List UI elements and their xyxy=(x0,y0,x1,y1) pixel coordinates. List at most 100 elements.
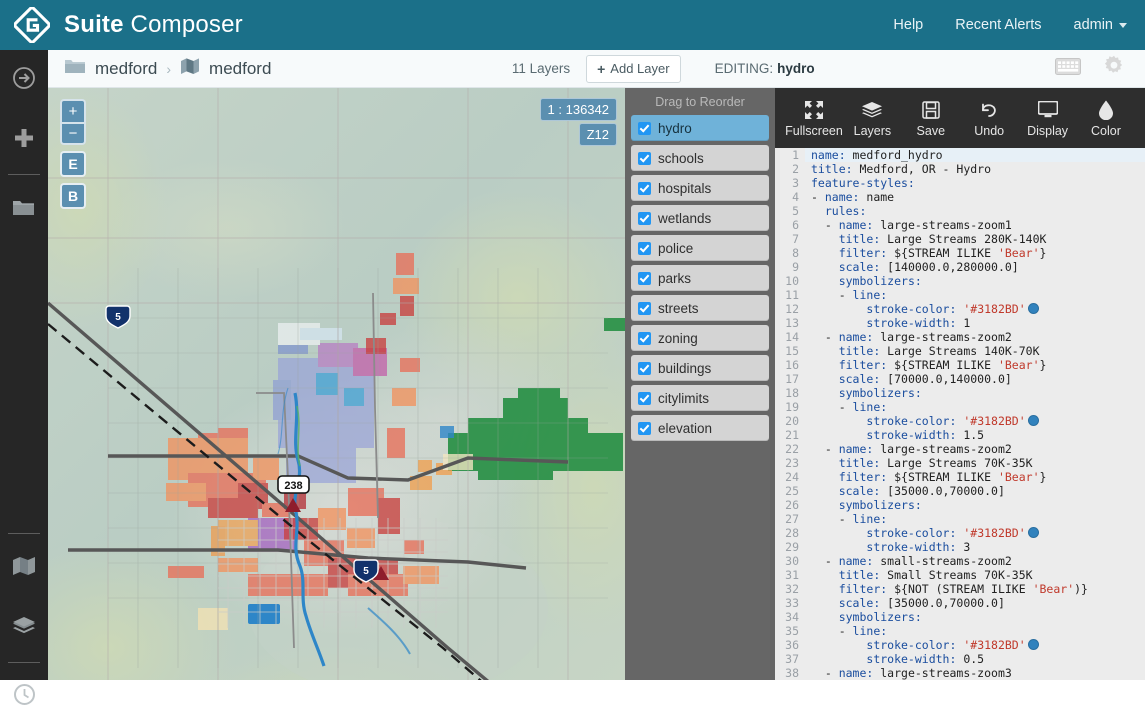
zoom-in-button[interactable]: + xyxy=(60,99,86,122)
layer-item-schools[interactable]: schools xyxy=(631,145,769,171)
code-line[interactable]: 25 scale: [35000.0,70000.0] xyxy=(775,484,1145,498)
line-number: 27 xyxy=(775,512,805,526)
code-line[interactable]: 5 rules: xyxy=(775,204,1145,218)
code-line[interactable]: 33 scale: [35000.0,70000.0] xyxy=(775,596,1145,610)
code-line[interactable]: 12 stroke-color: '#3182BD' xyxy=(775,302,1145,316)
layer-checkbox-parks[interactable] xyxy=(638,272,651,285)
rail-item-workspaces[interactable] xyxy=(0,179,48,239)
code-line-text: scale: [35000.0,70000.0] xyxy=(805,596,1005,610)
code-line[interactable]: 35 - line: xyxy=(775,624,1145,638)
code-line[interactable]: 4- name: name xyxy=(775,190,1145,204)
display-button[interactable]: Display xyxy=(1019,99,1077,138)
code-line[interactable]: 14 - name: large-streams-zoom2 xyxy=(775,330,1145,344)
layer-checkbox-hydro[interactable] xyxy=(638,122,651,135)
code-line[interactable]: 38 - name: large-streams-zoom3 xyxy=(775,666,1145,680)
code-line[interactable]: 23 title: Large Streams 70K-35K xyxy=(775,456,1145,470)
bbox-button[interactable]: B xyxy=(60,183,86,209)
layer-checkbox-elevation[interactable] xyxy=(638,422,651,435)
save-button[interactable]: Save xyxy=(902,99,960,138)
brand[interactable]: Suite Composer xyxy=(14,7,243,43)
layer-item-wetlands[interactable]: wetlands xyxy=(631,205,769,231)
code-line[interactable]: 24 filter: ${STREAM ILIKE 'Bear'} xyxy=(775,470,1145,484)
rail-item-layers[interactable] xyxy=(0,598,48,658)
code-line[interactable]: 26 symbolizers: xyxy=(775,498,1145,512)
code-line[interactable]: 18 symbolizers: xyxy=(775,386,1145,400)
add-layer-button[interactable]: + Add Layer xyxy=(586,55,680,83)
arrow-right-circle-icon xyxy=(12,66,36,95)
code-line[interactable]: 28 stroke-color: '#3182BD' xyxy=(775,526,1145,540)
code-line[interactable]: 3feature-styles: xyxy=(775,176,1145,190)
rail-item-history[interactable] xyxy=(0,667,48,727)
layer-item-police[interactable]: police xyxy=(631,235,769,261)
code-line[interactable]: 21 stroke-width: 1.5 xyxy=(775,428,1145,442)
code-line[interactable]: 16 filter: ${STREAM ILIKE 'Bear'} xyxy=(775,358,1145,372)
layer-checkbox-buildings[interactable] xyxy=(638,362,651,375)
code-line[interactable]: 13 stroke-width: 1 xyxy=(775,316,1145,330)
code-line[interactable]: 17 scale: [70000.0,140000.0] xyxy=(775,372,1145,386)
gear-icon[interactable] xyxy=(1103,55,1125,82)
code-line[interactable]: 10 symbolizers: xyxy=(775,274,1145,288)
layer-item-hospitals[interactable]: hospitals xyxy=(631,175,769,201)
code-line[interactable]: 20 stroke-color: '#3182BD' xyxy=(775,414,1145,428)
code-line-text: filter: ${NOT (STREAM ILIKE 'Bear')} xyxy=(805,582,1088,596)
code-line[interactable]: 36 stroke-color: '#3182BD' xyxy=(775,638,1145,652)
keyboard-icon[interactable] xyxy=(1055,58,1081,80)
layer-item-buildings[interactable]: buildings xyxy=(631,355,769,381)
code-line[interactable]: 9 scale: [140000.0,280000.0] xyxy=(775,260,1145,274)
breadcrumb-map[interactable]: medford xyxy=(209,59,271,79)
color-button[interactable]: Color xyxy=(1077,99,1135,138)
code-line[interactable]: 6 - name: large-streams-zoom1 xyxy=(775,218,1145,232)
rail-item-add[interactable] xyxy=(0,110,48,170)
rail-item-maps[interactable] xyxy=(0,538,48,598)
help-link[interactable]: Help xyxy=(893,17,923,33)
layer-item-hydro[interactable]: hydro xyxy=(631,115,769,141)
layer-checkbox-streets[interactable] xyxy=(638,302,651,315)
layer-checkbox-citylimits[interactable] xyxy=(638,392,651,405)
breadcrumb-workspace[interactable]: medford xyxy=(95,59,157,79)
code-line[interactable]: 34 symbolizers: xyxy=(775,610,1145,624)
user-menu[interactable]: admin xyxy=(1074,17,1128,33)
code-line[interactable]: 27 - line: xyxy=(775,512,1145,526)
water-polygon xyxy=(248,604,280,624)
code-line[interactable]: 32 filter: ${NOT (STREAM ILIKE 'Bear')} xyxy=(775,582,1145,596)
code-line[interactable]: 30 - name: small-streams-zoom2 xyxy=(775,554,1145,568)
layer-item-elevation[interactable]: elevation xyxy=(631,415,769,441)
layer-label: streets xyxy=(658,301,699,316)
editing-status: EDITING:hydro xyxy=(715,61,815,76)
code-line[interactable]: 7 title: Large Streams 280K-140K xyxy=(775,232,1145,246)
code-line-text: filter: ${STREAM ILIKE 'Bear'} xyxy=(805,358,1046,372)
code-line[interactable]: 37 stroke-width: 0.5 xyxy=(775,652,1145,666)
zoom-out-button[interactable]: − xyxy=(60,122,86,145)
fullscreen-button[interactable]: Fullscreen xyxy=(785,99,843,138)
layer-checkbox-zoning[interactable] xyxy=(638,332,651,345)
code-line[interactable]: 31 title: Small Streams 70K-35K xyxy=(775,568,1145,582)
layer-item-zoning[interactable]: zoning xyxy=(631,325,769,351)
layer-item-citylimits[interactable]: citylimits xyxy=(631,385,769,411)
code-line[interactable]: 29 stroke-width: 3 xyxy=(775,540,1145,554)
rail-item-publish[interactable] xyxy=(0,50,48,110)
code-area[interactable]: 1name: medford_hydro2title: Medford, OR … xyxy=(775,148,1145,680)
code-line-text: - name: large-streams-zoom1 xyxy=(805,218,1012,232)
editing-label: EDITING: xyxy=(715,61,774,76)
code-line[interactable]: 11 - line: xyxy=(775,288,1145,302)
code-line-text: title: Large Streams 70K-35K xyxy=(805,456,1033,470)
undo-button[interactable]: Undo xyxy=(960,99,1018,138)
code-line[interactable]: 2title: Medford, OR - Hydro xyxy=(775,162,1145,176)
layer-checkbox-wetlands[interactable] xyxy=(638,212,651,225)
code-line[interactable]: 1name: medford_hydro xyxy=(775,148,1145,162)
layer-checkbox-police[interactable] xyxy=(638,242,651,255)
code-line-text: - name: name xyxy=(805,190,894,204)
layers-button[interactable]: Layers xyxy=(843,99,901,138)
code-line[interactable]: 19 - line: xyxy=(775,400,1145,414)
code-line[interactable]: 15 title: Large Streams 140K-70K xyxy=(775,344,1145,358)
layer-checkbox-schools[interactable] xyxy=(638,152,651,165)
recent-alerts-link[interactable]: Recent Alerts xyxy=(955,17,1041,33)
line-number: 23 xyxy=(775,456,805,470)
code-line[interactable]: 8 filter: ${STREAM ILIKE 'Bear'} xyxy=(775,246,1145,260)
layer-item-parks[interactable]: parks xyxy=(631,265,769,291)
extent-button[interactable]: E xyxy=(60,151,86,177)
code-line[interactable]: 22 - name: large-streams-zoom2 xyxy=(775,442,1145,456)
layer-checkbox-hospitals[interactable] xyxy=(638,182,651,195)
layer-item-streets[interactable]: streets xyxy=(631,295,769,321)
map-viewport[interactable]: 5 5 238 + − E B 1 : 136342 Z12 xyxy=(48,88,625,680)
